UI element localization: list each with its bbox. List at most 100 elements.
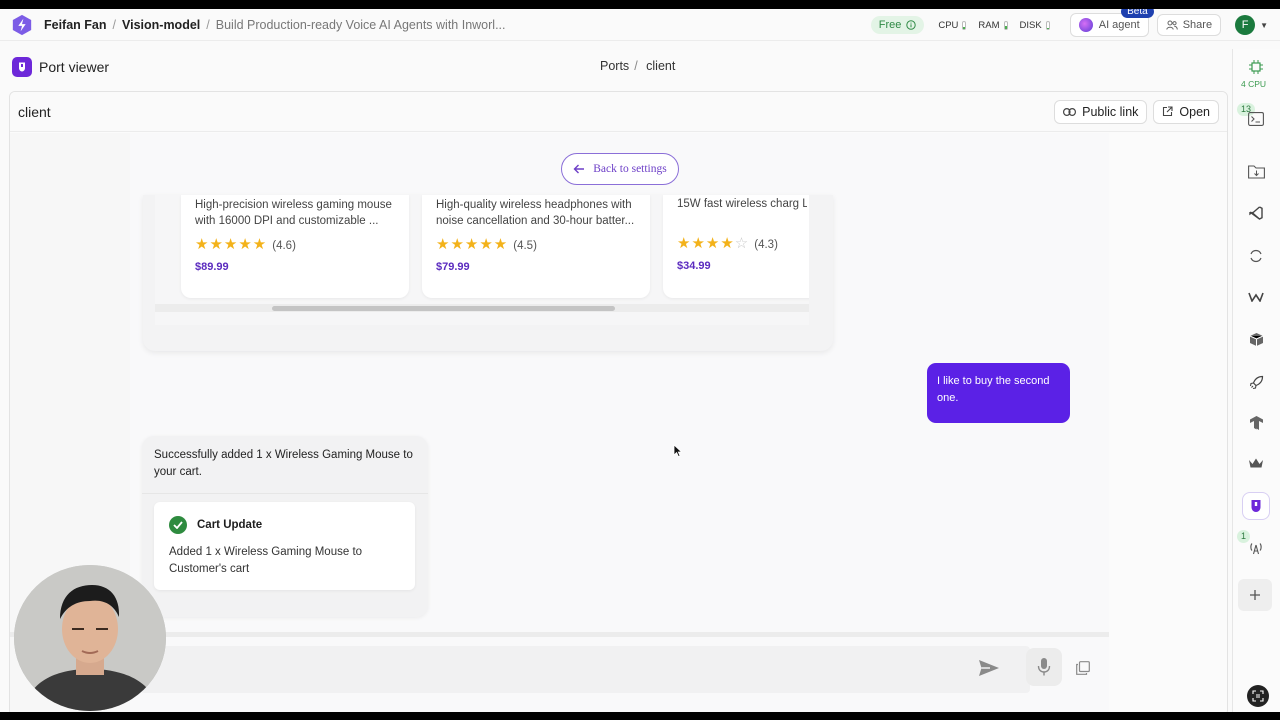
disk-meter-bar <box>1045 20 1050 30</box>
product-description: High-quality wireless headphones with no… <box>436 199 635 227</box>
arrow-left-icon <box>573 164 585 174</box>
client-panel: client Public link Open Back to settings <box>9 91 1228 712</box>
rating-value: (4.6) <box>272 240 296 252</box>
rail-w-app[interactable] <box>1242 283 1270 311</box>
breadcrumb-separator: / <box>634 59 638 73</box>
rating-value: (4.5) <box>513 240 537 252</box>
cube-icon <box>1249 332 1263 346</box>
rail-crown[interactable] <box>1242 449 1270 477</box>
webcam-overlay <box>14 565 166 711</box>
ports-breadcrumb: Ports / client <box>600 59 675 73</box>
product-carousel[interactable]: High-precision wireless gaming mouse wit… <box>155 195 809 325</box>
send-icon[interactable] <box>978 659 1000 677</box>
copy-icon[interactable] <box>1076 661 1090 675</box>
rail-vscode[interactable] <box>1242 199 1270 227</box>
port-viewer-title: Port viewer <box>39 59 110 75</box>
screen-capture-button[interactable] <box>1247 685 1269 707</box>
divider <box>142 493 428 494</box>
ram-meter-label: RAM <box>978 19 1000 31</box>
rocket-icon <box>1249 375 1263 389</box>
scrollbar-thumb[interactable] <box>272 306 615 311</box>
rail-sync[interactable] <box>1242 242 1270 270</box>
cpu-meter[interactable]: CPU <box>938 19 967 31</box>
app-logo-icon[interactable] <box>11 14 33 36</box>
public-link-button[interactable]: Public link <box>1054 99 1148 124</box>
port-viewer-rail-icon <box>1251 500 1261 512</box>
rail-files[interactable] <box>1242 158 1270 186</box>
microphone-button[interactable] <box>1026 648 1062 686</box>
open-button[interactable]: Open <box>1153 99 1219 124</box>
client-viewport: Back to settings High-precision wireless… <box>10 133 1109 712</box>
add-tool-button[interactable] <box>1238 579 1272 611</box>
product-price: $79.99 <box>436 261 470 273</box>
panel-title: client <box>18 103 51 120</box>
capture-icon <box>1252 690 1264 702</box>
product-card[interactable]: High-quality wireless headphones with no… <box>422 195 650 298</box>
horizontal-scrollbar[interactable] <box>155 304 809 312</box>
crown-icon <box>1249 458 1263 468</box>
back-to-settings-label: Back to settings <box>593 163 667 175</box>
assistant-message-bubble: Successfully added 1 x Wireless Gaming M… <box>142 436 428 617</box>
product-card[interactable]: High-precision wireless gaming mouse wit… <box>181 195 409 298</box>
user-avatar[interactable]: F <box>1235 15 1256 35</box>
info-icon <box>906 20 917 30</box>
rail-terminal[interactable] <box>1242 105 1270 133</box>
ai-orb-icon <box>1078 18 1093 32</box>
link-icon <box>1063 107 1077 116</box>
panel-header: client Public link Open <box>10 92 1227 132</box>
rail-cube[interactable] <box>1242 325 1270 353</box>
breadcrumb-project[interactable]: Vision-model <box>122 18 200 32</box>
product-card[interactable]: 15W fast wireless charg LED indicator an… <box>663 195 809 298</box>
composer-divider <box>10 632 1109 637</box>
rail-port-viewer[interactable] <box>1242 492 1270 520</box>
cart-update-body: Added 1 x Wireless Gaming Mouse to Custo… <box>169 546 363 575</box>
mouse-cursor-icon <box>673 444 683 458</box>
port-viewer-icon <box>12 57 32 77</box>
ai-agent-button[interactable]: AI agent Beta <box>1069 9 1154 37</box>
message-input[interactable] <box>140 646 1030 693</box>
rating-value: (4.3) <box>754 239 778 251</box>
user-message-bubble: I like to buy the second one. <box>927 363 1070 423</box>
plan-badge[interactable]: Free <box>870 16 925 34</box>
breadcrumb-separator: / <box>112 17 116 32</box>
top-bar: Feifan Fan / Vision-model / Build Produc… <box>0 9 1280 41</box>
chevron-down-icon[interactable]: ▼ <box>1260 21 1268 30</box>
ai-agent-label: AI agent <box>1098 19 1140 31</box>
plan-badge-label: Free <box>878 19 902 31</box>
rail-deploy[interactable] <box>1242 368 1270 396</box>
folder-icon <box>1247 165 1265 179</box>
rail-broadcast[interactable] <box>1242 534 1270 562</box>
vscode-icon <box>1249 206 1263 220</box>
tensorflow-icon <box>1249 416 1263 430</box>
cpu-meter-label: CPU <box>938 19 959 31</box>
back-to-settings-button[interactable]: Back to settings <box>561 153 679 185</box>
microphone-icon <box>1037 658 1051 676</box>
breadcrumb-page-title[interactable]: Build Production-ready Voice AI Agents w… <box>216 18 506 32</box>
cpu-count-label: 4 CPU <box>1241 79 1267 89</box>
public-link-label: Public link <box>1082 104 1139 119</box>
users-icon <box>1166 20 1178 30</box>
product-price: $89.99 <box>195 261 229 273</box>
breadcrumb-user[interactable]: Feifan Fan <box>44 18 107 32</box>
product-description: High-precision wireless gaming mouse wit… <box>195 199 392 227</box>
stars-icon: ★★★★★ <box>195 236 268 253</box>
chip-icon <box>1249 60 1263 74</box>
breadcrumb-ports[interactable]: Ports <box>600 59 629 73</box>
product-description: 15W fast wireless charg LED indicator an… <box>677 198 807 210</box>
antenna-icon <box>1250 543 1262 555</box>
share-button[interactable]: Share <box>1156 14 1222 36</box>
ram-meter-bar <box>1003 20 1008 30</box>
cpu-status-item[interactable] <box>1242 53 1270 81</box>
rail-tensorflow[interactable] <box>1242 409 1270 437</box>
presenter-image <box>14 565 166 711</box>
stars-icon: ★★★★★ <box>436 236 509 253</box>
cart-update-title: Cart Update <box>197 519 263 531</box>
app-frame: Feifan Fan / Vision-model / Build Produc… <box>0 9 1280 712</box>
star-rating: ★★★★☆ (4.3) <box>677 234 778 252</box>
cpu-meter-bar <box>962 20 967 30</box>
sync-icon <box>1250 249 1262 263</box>
disk-meter[interactable]: DISK <box>1020 20 1050 31</box>
ram-meter[interactable]: RAM <box>978 19 1008 31</box>
share-label: Share <box>1182 19 1213 31</box>
breadcrumb-separator: / <box>206 17 210 32</box>
